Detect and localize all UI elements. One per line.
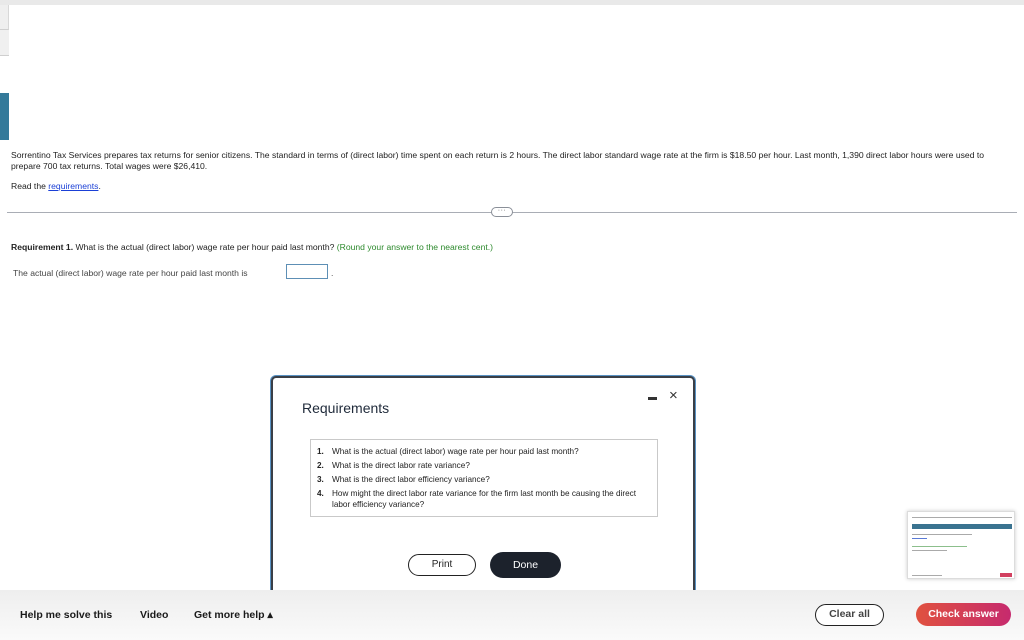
- requirement-1-question: Requirement 1. What is the actual (direc…: [11, 242, 493, 252]
- side-tab[interactable]: [0, 30, 9, 56]
- requirements-link[interactable]: requirements: [48, 181, 98, 191]
- list-item: 1. What is the actual (direct labor) wage…: [317, 446, 651, 457]
- rounding-hint: (Round your answer to the nearest cent.): [336, 242, 493, 252]
- close-icon[interactable]: ×: [669, 386, 678, 406]
- expand-more-button[interactable]: ···: [491, 207, 513, 217]
- thumb-line: [912, 550, 947, 551]
- side-accent-bar: [0, 93, 9, 140]
- read-suffix: .: [98, 181, 101, 191]
- dialog-title: Requirements: [302, 400, 390, 416]
- wage-rate-answer-input[interactable]: [286, 264, 328, 279]
- thumb-line: [912, 534, 972, 535]
- list-item: 3. What is the direct labor efficiency va…: [317, 474, 651, 485]
- get-more-help-link[interactable]: Get more help ▴: [194, 609, 273, 621]
- done-button[interactable]: Done: [490, 552, 561, 578]
- requirements-dialog: Requirements × 1. What is the actual (dir…: [271, 376, 695, 605]
- thumb-button: [1000, 573, 1012, 577]
- thumb-line: [912, 575, 942, 576]
- item-number: 3.: [317, 475, 324, 484]
- help-me-solve-link[interactable]: Help me solve this: [20, 609, 112, 621]
- answer-prompt: The actual (direct labor) wage rate per …: [13, 268, 248, 278]
- thumb-line: [912, 517, 1012, 518]
- requirement-label: Requirement 1.: [11, 242, 74, 252]
- video-link[interactable]: Video: [140, 609, 168, 621]
- footer-bar: Help me solve this Video Get more help ▴…: [0, 590, 1024, 640]
- top-bar: [0, 0, 1024, 5]
- requirement-question: What is the actual (direct labor) wage r…: [73, 242, 337, 252]
- read-requirements-line: Read the requirements.: [11, 181, 101, 191]
- clear-all-button[interactable]: Clear all: [815, 604, 884, 626]
- item-text: What is the direct labor efficiency vari…: [332, 475, 490, 484]
- thumb-header-bar: [912, 524, 1012, 529]
- item-text: What is the direct labor rate variance?: [332, 461, 470, 470]
- item-number: 4.: [317, 489, 324, 498]
- item-number: 2.: [317, 461, 324, 470]
- minimize-icon[interactable]: [648, 397, 657, 400]
- item-number: 1.: [317, 447, 324, 456]
- read-prefix: Read the: [11, 181, 49, 191]
- check-answer-button[interactable]: Check answer: [916, 603, 1011, 626]
- list-item: 4. How might the direct labor rate varian…: [317, 488, 651, 510]
- thumb-line: [912, 546, 967, 547]
- requirements-list: 1. What is the actual (direct labor) wage…: [310, 439, 658, 517]
- print-button[interactable]: Print: [408, 554, 476, 576]
- item-text: What is the actual (direct labor) wage r…: [332, 447, 579, 456]
- side-tab[interactable]: [0, 5, 9, 30]
- answer-suffix: .: [331, 268, 334, 278]
- list-item: 2. What is the direct labor rate variance…: [317, 460, 651, 471]
- item-text: How might the direct labor rate variance…: [332, 489, 636, 509]
- page-thumbnail-preview[interactable]: [907, 511, 1015, 579]
- problem-statement: Sorrentino Tax Services prepares tax ret…: [11, 150, 985, 171]
- thumb-line: [912, 538, 927, 539]
